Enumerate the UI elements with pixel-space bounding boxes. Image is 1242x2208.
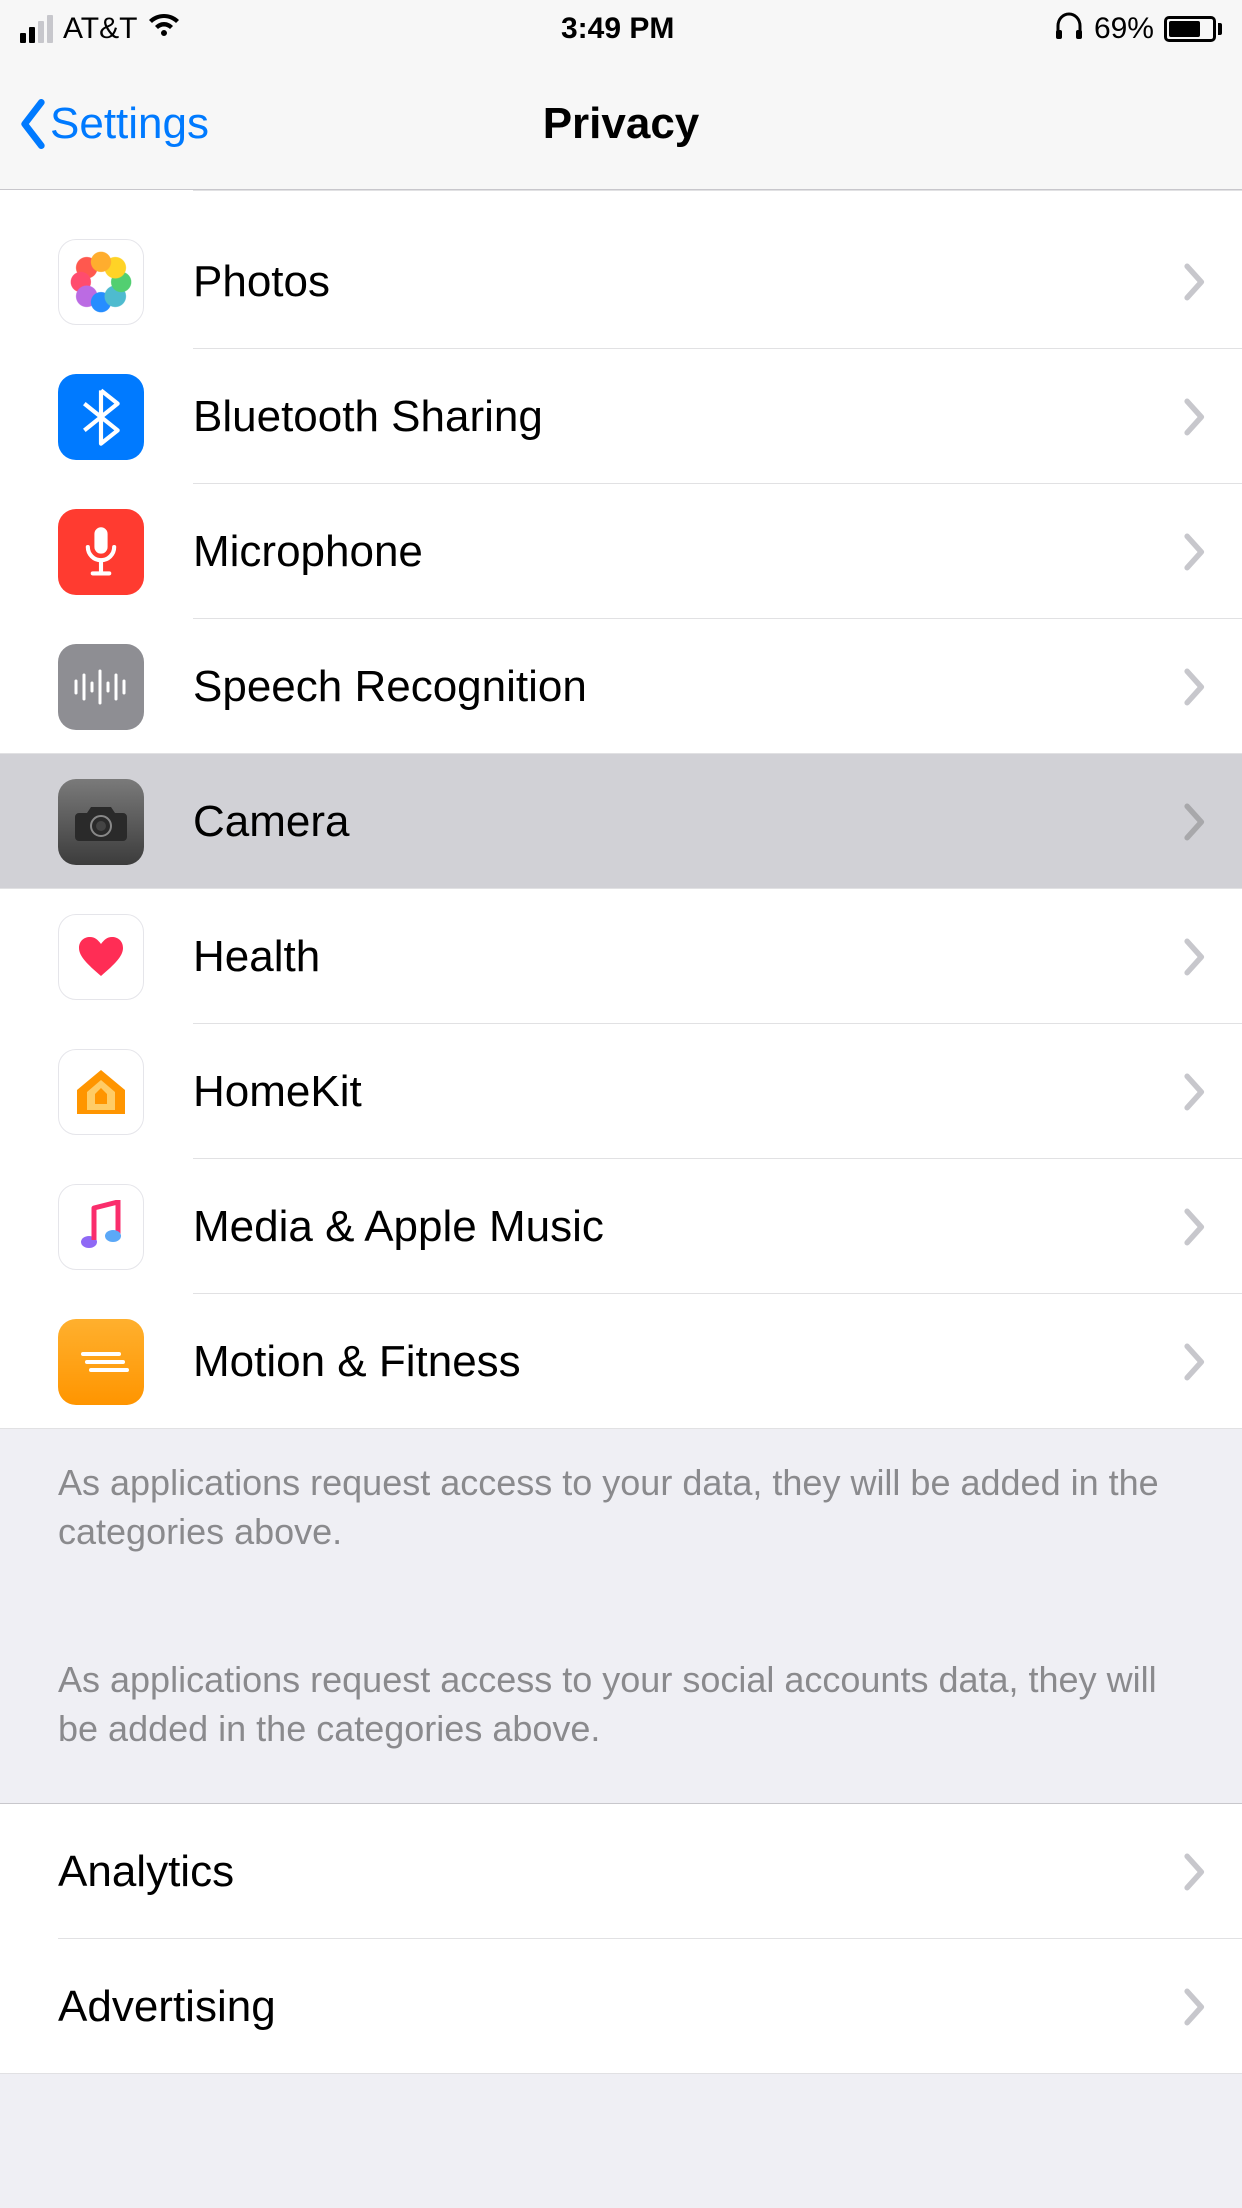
row-bluetooth-sharing[interactable]: Bluetooth Sharing: [0, 349, 1242, 484]
heart-icon: [58, 914, 144, 1000]
chevron-right-icon: [1184, 1988, 1206, 2026]
row-label: Motion & Fitness: [193, 1337, 1184, 1387]
row-advertising[interactable]: Advertising: [0, 1939, 1242, 2074]
chevron-left-icon: [18, 99, 48, 149]
row-label: Camera: [193, 797, 1184, 847]
battery-percent: 69%: [1094, 12, 1154, 46]
status-left: AT&T: [20, 12, 181, 46]
status-bar: AT&T 3:49 PM 69%: [0, 0, 1242, 58]
bluetooth-icon: [58, 374, 144, 460]
row-label: Microphone: [193, 527, 1184, 577]
home-icon: [58, 1049, 144, 1135]
chevron-right-icon: [1184, 938, 1206, 976]
row-photos[interactable]: Photos: [0, 214, 1242, 349]
row-label: Media & Apple Music: [193, 1202, 1184, 1252]
row-speech-recognition[interactable]: Speech Recognition: [0, 619, 1242, 754]
settings-list: Photos Bluetooth Sharing Microphone Spee…: [0, 190, 1242, 1429]
row-label: Bluetooth Sharing: [193, 392, 1184, 442]
waveform-icon: [58, 644, 144, 730]
row-analytics[interactable]: Analytics: [0, 1804, 1242, 1939]
partial-prev-row: [0, 190, 1242, 214]
row-label: HomeKit: [193, 1067, 1184, 1117]
chevron-right-icon: [1184, 1073, 1206, 1111]
row-media-apple-music[interactable]: Media & Apple Music: [0, 1159, 1242, 1294]
footer-social-access: As applications request access to your s…: [0, 1656, 1242, 1803]
carrier-label: AT&T: [63, 12, 137, 46]
cellular-signal-icon: [20, 15, 53, 43]
headphones-icon: [1054, 12, 1084, 47]
chevron-right-icon: [1184, 263, 1206, 301]
row-homekit[interactable]: HomeKit: [0, 1024, 1242, 1159]
chevron-right-icon: [1184, 398, 1206, 436]
camera-icon: [58, 779, 144, 865]
photos-icon: [58, 239, 144, 325]
row-label: Analytics: [58, 1847, 1184, 1897]
nav-bar: Settings Privacy: [0, 58, 1242, 190]
row-health[interactable]: Health: [0, 889, 1242, 1024]
back-label: Settings: [50, 99, 209, 149]
chevron-right-icon: [1184, 1853, 1206, 1891]
microphone-icon: [58, 509, 144, 595]
status-right: 69%: [1054, 12, 1222, 47]
music-note-icon: [58, 1184, 144, 1270]
row-label: Health: [193, 932, 1184, 982]
row-microphone[interactable]: Microphone: [0, 484, 1242, 619]
settings-list-2: Analytics Advertising: [0, 1803, 1242, 2074]
chevron-right-icon: [1184, 1208, 1206, 1246]
row-label: Speech Recognition: [193, 662, 1184, 712]
chevron-right-icon: [1184, 803, 1206, 841]
battery-icon: [1164, 16, 1222, 42]
footer-data-access: As applications request access to your d…: [0, 1429, 1242, 1586]
back-button[interactable]: Settings: [18, 99, 209, 149]
wifi-icon: [147, 12, 181, 46]
row-camera[interactable]: Camera: [0, 754, 1242, 889]
chevron-right-icon: [1184, 1343, 1206, 1381]
motion-icon: [58, 1319, 144, 1405]
chevron-right-icon: [1184, 668, 1206, 706]
clock: 3:49 PM: [561, 12, 674, 46]
row-label: Photos: [193, 257, 1184, 307]
chevron-right-icon: [1184, 533, 1206, 571]
row-label: Advertising: [58, 1982, 1184, 2032]
row-motion-fitness[interactable]: Motion & Fitness: [0, 1294, 1242, 1429]
